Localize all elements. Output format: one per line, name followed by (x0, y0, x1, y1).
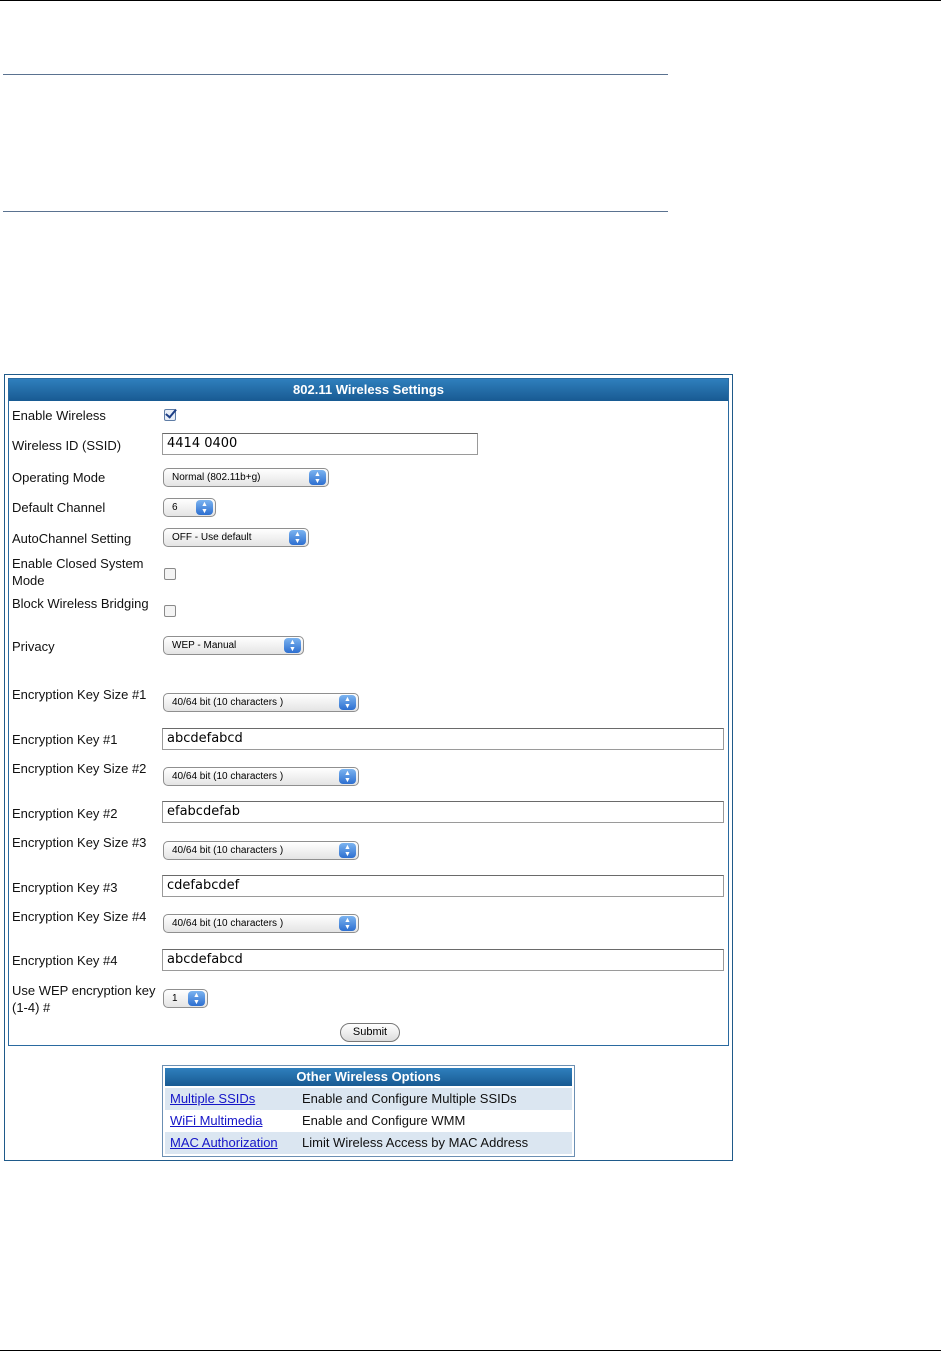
enable-wireless-label: Enable Wireless (12, 408, 106, 423)
enable-wireless-checkbox[interactable] (164, 409, 176, 421)
closed-system-label: Enable Closed System Mode (12, 556, 144, 588)
key-size-3-select[interactable]: 40/64 bit (10 characters ) ▲ ▼ (163, 841, 359, 860)
key-2-label: Encryption Key #2 (12, 806, 118, 821)
ssid-label: Wireless ID (SSID) (12, 438, 122, 453)
page-bottom-rule (0, 1350, 941, 1351)
submit-button[interactable]: Submit (340, 1023, 400, 1042)
key-4-input[interactable]: abcdefabcd (162, 949, 724, 971)
key-size-4-value: 40/64 bit (10 characters ) (172, 918, 284, 929)
wireless-settings-screenshot: 802.11 Wireless Settings Enable Wireless… (4, 374, 733, 1161)
up-down-arrows-icon: ▲ ▼ (339, 769, 356, 784)
privacy-value: WEP - Manual (172, 640, 237, 651)
key-size-3-label: Encryption Key Size #3 (12, 835, 147, 850)
key-size-1-label: Encryption Key Size #1 (12, 687, 147, 702)
block-bridging-label: Block Wireless Bridging (12, 596, 149, 611)
up-down-arrows-icon: ▲ ▼ (339, 695, 356, 710)
panel-title: 802.11 Wireless Settings (9, 379, 728, 401)
multiple-ssids-link[interactable]: Multiple SSIDs (170, 1088, 255, 1110)
block-bridging-checkbox[interactable] (164, 605, 176, 617)
wifi-multimedia-link[interactable]: WiFi Multimedia (170, 1110, 262, 1132)
up-down-arrows-icon: ▲ ▼ (309, 470, 326, 485)
other-options-title: Other Wireless Options (165, 1068, 572, 1086)
privacy-select[interactable]: WEP - Manual ▲ ▼ (163, 636, 304, 655)
key-size-2-value: 40/64 bit (10 characters ) (172, 771, 284, 782)
default-channel-select[interactable]: 6 ▲ ▼ (163, 498, 216, 517)
operating-mode-value: Normal (802.11b+g) (172, 472, 261, 483)
closed-system-checkbox[interactable] (164, 568, 176, 580)
operating-mode-label: Operating Mode (12, 470, 106, 485)
up-down-arrows-icon: ▲ ▼ (284, 638, 301, 653)
mac-authorization-desc: Limit Wireless Access by MAC Address (302, 1135, 529, 1150)
list-item: Multiple SSIDs Enable and Configure Mult… (165, 1088, 572, 1110)
multiple-ssids-desc: Enable and Configure Multiple SSIDs (302, 1091, 517, 1106)
key-3-input[interactable]: cdefabcdef (162, 875, 724, 897)
key-1-label: Encryption Key #1 (12, 732, 118, 747)
key-size-3-value: 40/64 bit (10 characters ) (172, 845, 284, 856)
key-size-4-select[interactable]: 40/64 bit (10 characters ) ▲ ▼ (163, 914, 359, 933)
up-down-arrows-icon: ▲ ▼ (339, 916, 356, 931)
key-size-2-select[interactable]: 40/64 bit (10 characters ) ▲ ▼ (163, 767, 359, 786)
operating-mode-select[interactable]: Normal (802.11b+g) ▲ ▼ (163, 468, 329, 487)
wep-key-index-select[interactable]: 1 ▲ ▼ (163, 989, 208, 1008)
autochannel-label: AutoChannel Setting (12, 531, 132, 546)
key-size-1-value: 40/64 bit (10 characters ) (172, 697, 284, 708)
other-wireless-options-table: Other Wireless Options Multiple SSIDs En… (162, 1065, 575, 1157)
page-top-rule (0, 0, 941, 1)
list-item: WiFi Multimedia Enable and Configure WMM (165, 1110, 572, 1132)
key-1-input[interactable]: abcdefabcd (162, 728, 724, 750)
default-channel-value: 6 (172, 502, 178, 513)
key-size-2-label: Encryption Key Size #2 (12, 761, 147, 776)
up-down-arrows-icon: ▲ ▼ (339, 843, 356, 858)
autochannel-select[interactable]: OFF - Use default ▲ ▼ (163, 528, 309, 547)
wep-key-index-value: 1 (172, 993, 178, 1004)
default-channel-label: Default Channel (12, 500, 106, 515)
ssid-input[interactable]: 4414 0400 (162, 433, 478, 455)
mac-authorization-link[interactable]: MAC Authorization (170, 1132, 278, 1154)
section-divider-1 (3, 74, 668, 75)
key-4-label: Encryption Key #4 (12, 953, 118, 968)
key-2-input[interactable]: efabcdefab (162, 801, 724, 823)
wep-key-index-label: Use WEP encryption key (1-4) # (12, 983, 156, 1015)
autochannel-value: OFF - Use default (172, 532, 252, 543)
privacy-label: Privacy (12, 639, 55, 654)
key-size-4-label: Encryption Key Size #4 (12, 909, 147, 924)
up-down-arrows-icon: ▲ ▼ (196, 500, 213, 515)
up-down-arrows-icon: ▲ ▼ (289, 530, 306, 545)
section-divider-2 (3, 211, 668, 212)
key-size-1-select[interactable]: 40/64 bit (10 characters ) ▲ ▼ (163, 693, 359, 712)
key-3-label: Encryption Key #3 (12, 880, 118, 895)
wifi-multimedia-desc: Enable and Configure WMM (302, 1113, 466, 1128)
list-item: MAC Authorization Limit Wireless Access … (165, 1132, 572, 1154)
up-down-arrows-icon: ▲ ▼ (188, 991, 205, 1006)
wireless-settings-panel: 802.11 Wireless Settings Enable Wireless… (8, 378, 729, 1046)
